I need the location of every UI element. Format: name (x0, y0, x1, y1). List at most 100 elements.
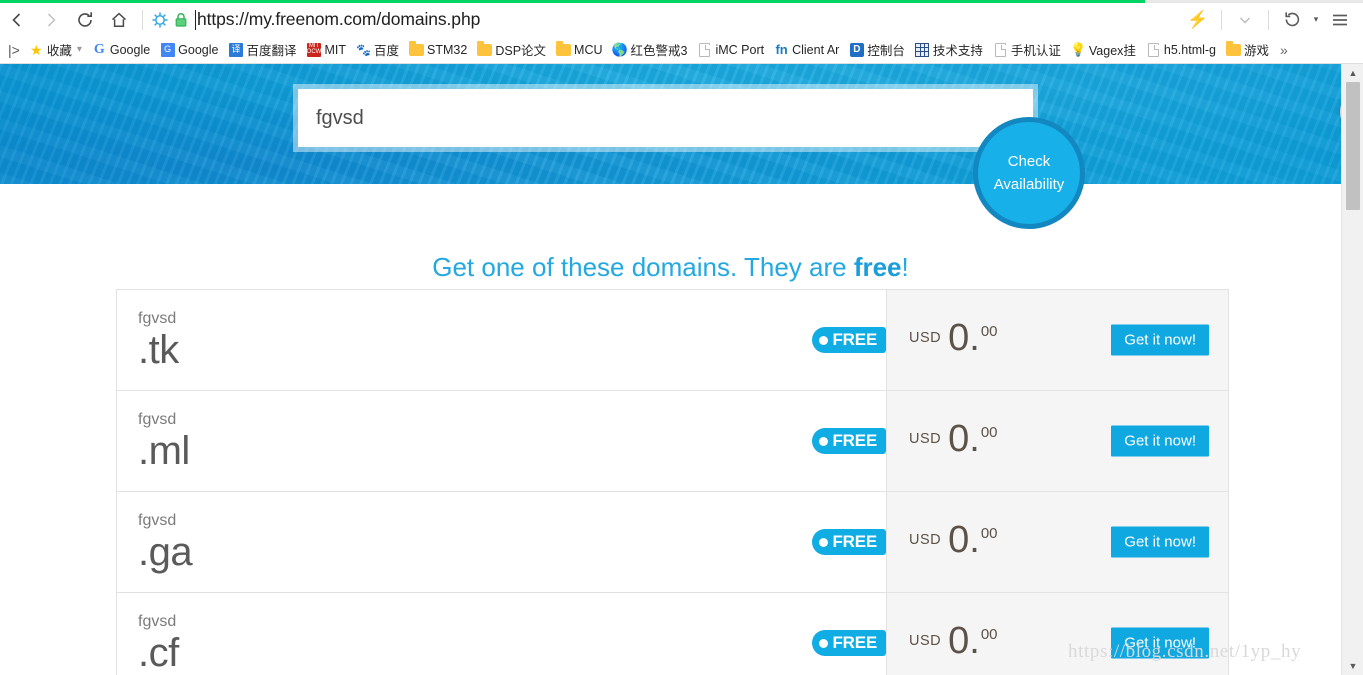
scroll-down-arrow-icon[interactable]: ▼ (1342, 657, 1363, 675)
bookmark-mobile-auth[interactable]: 手机认证 (988, 38, 1066, 62)
google-g-icon: G (93, 41, 105, 57)
status-badge: FREE (812, 428, 886, 454)
get-it-now-button[interactable]: Get it now! (1111, 425, 1209, 457)
check-availability-line2: Availability (993, 176, 1065, 193)
bookmark-label: Google (178, 42, 219, 57)
domain-tld: .tk (138, 327, 179, 372)
folder-icon (1226, 40, 1242, 57)
status-badge-label: FREE (832, 330, 877, 349)
forward-button[interactable] (34, 4, 68, 36)
page-icon (993, 42, 1008, 57)
browser-chrome: https://my.freenom.com/domains.php ⚡ ▾ |… (0, 0, 1363, 64)
domain-cell: fgvsd .cf FREE (117, 593, 886, 675)
bookmark-google-translate[interactable]: G Google (155, 38, 223, 62)
price-currency: USD (909, 633, 942, 649)
headline-emphasis: free (853, 252, 902, 282)
page-icon (697, 42, 712, 57)
chevron-down-icon[interactable]: ▾ (77, 44, 82, 55)
google-translate-icon: G (160, 42, 175, 57)
domain-name: fgvsd (138, 411, 177, 429)
domain-name-block: fgvsd .tk (117, 309, 179, 370)
price-amount: 0. (948, 620, 980, 662)
price-cell: USD 0. 00 Get it now! (886, 290, 1228, 390)
address-bar[interactable]: https://my.freenom.com/domains.php (191, 4, 1183, 36)
check-availability-button[interactable]: Check Availability (973, 117, 1085, 229)
secure-lock-icon[interactable] (171, 12, 191, 28)
domain-tld: .ml (138, 428, 190, 473)
bookmarks-overflow-button[interactable]: » (1274, 42, 1294, 58)
history-back-icon[interactable] (1277, 5, 1307, 35)
scroll-up-arrow-icon[interactable]: ▲ (1342, 64, 1363, 82)
domain-name-block: fgvsd .cf (117, 612, 179, 673)
bookmark-label: MIT (324, 42, 347, 57)
lightning-icon[interactable]: ⚡ (1183, 5, 1213, 35)
domain-cell: fgvsd .ml FREE (117, 391, 886, 491)
table-row: fgvsd .cf FREE USD 0. 00 Get it now! (117, 593, 1228, 675)
bookmark-label: Google (109, 42, 151, 57)
headline-suffix: ! (901, 252, 909, 282)
baidu-paw-icon: 🐾 (356, 42, 371, 57)
scrollbar-thumb[interactable] (1346, 82, 1360, 210)
bookmark-label: 游戏 (1244, 44, 1270, 58)
badge-dot-icon (819, 335, 829, 345)
bookmark-google[interactable]: G Google (87, 38, 155, 62)
reload-button[interactable] (68, 4, 102, 36)
price-currency: USD (909, 532, 942, 548)
table-row: fgvsd .ga FREE USD 0. 00 Get it now! (117, 492, 1228, 593)
price-currency: USD (909, 330, 942, 346)
bookmark-label: iMC Port (715, 42, 765, 57)
star-folder-icon: ★ (30, 41, 43, 58)
toolbar-divider-2 (1221, 9, 1222, 30)
bookmark-shoucang[interactable]: ★ 收藏 ▾ (24, 38, 87, 62)
address-url-text: https://my.freenom.com/domains.php (197, 9, 481, 29)
bookmark-label: 红色警戒3 (630, 44, 688, 58)
fn-icon: fn (775, 42, 788, 57)
get-it-now-button[interactable]: Get it now! (1111, 627, 1209, 659)
price-cents: 00 (980, 525, 998, 542)
bookmark-client-ar[interactable]: fn Client Ar (769, 38, 844, 62)
chevron-down-icon[interactable] (1230, 5, 1260, 35)
price-cell: USD 0. 00 Get it now! (886, 391, 1228, 491)
domain-cell: fgvsd .ga FREE (117, 492, 886, 592)
table-row: fgvsd .ml FREE USD 0. 00 Get it now! (117, 391, 1228, 492)
bookmark-dsp-papers[interactable]: DSP论文 (472, 38, 551, 62)
domain-search-input[interactable] (298, 89, 1033, 147)
badge-dot-icon (819, 638, 829, 648)
menu-icon[interactable] (1325, 5, 1355, 35)
bookmark-baidu-translate[interactable]: 译 百度翻译 (223, 38, 301, 62)
page-icon (1146, 42, 1161, 57)
price-block: USD 0. 00 (909, 418, 998, 460)
get-it-now-button[interactable]: Get it now! (1111, 324, 1209, 356)
bookmark-label: Client Ar (792, 42, 840, 57)
bookmark-tech-support[interactable]: 技术支持 (910, 38, 988, 62)
status-badge-label: FREE (832, 633, 877, 652)
bookmark-mit[interactable]: MIT OCW MIT (302, 38, 352, 62)
price-amount: 0. (948, 418, 980, 460)
price-cell: USD 0. 00 Get it now! (886, 492, 1228, 592)
bookmark-red-alert-3[interactable]: 🌎 红色警戒3 (608, 38, 693, 62)
caret-down-icon[interactable]: ▾ (1309, 5, 1323, 35)
globe-icon: 🌎 (611, 42, 629, 57)
home-button[interactable] (102, 4, 136, 36)
back-button[interactable] (0, 4, 34, 36)
bookmark-h5-html[interactable]: h5.html-g (1141, 38, 1221, 62)
bookmark-games[interactable]: 游戏 (1221, 38, 1274, 62)
domain-tld: .cf (138, 630, 179, 675)
bookmark-vagex[interactable]: 💡 Vagex挂 (1066, 38, 1141, 62)
status-badge-label: FREE (832, 532, 877, 551)
badge-dot-icon (819, 537, 829, 547)
domain-results-table: fgvsd .tk FREE USD 0. 00 Get it now! fgv… (116, 289, 1229, 675)
price-block: USD 0. 00 (909, 521, 998, 561)
bookmark-mcu[interactable]: MCU (551, 38, 607, 62)
bookmarks-bar: |> ★ 收藏 ▾ G Google G Google 译 百度翻译 MIT OC… (0, 36, 1363, 64)
bookmarks-apps-icon[interactable]: |> (0, 42, 24, 58)
bookmark-imc-port[interactable]: iMC Port (692, 38, 769, 62)
bookmark-stm32[interactable]: STM32 (404, 38, 472, 62)
page-scrollbar[interactable]: ▲ ▼ (1341, 64, 1363, 675)
bookmark-baidu[interactable]: 🐾 百度 (351, 38, 404, 62)
page-info-icon[interactable] (149, 11, 171, 28)
bookmark-console[interactable]: D 控制台 (844, 38, 910, 62)
folder-icon (409, 40, 425, 57)
bookmark-label: DSP论文 (495, 44, 547, 58)
get-it-now-button[interactable]: Get it now! (1111, 526, 1209, 558)
